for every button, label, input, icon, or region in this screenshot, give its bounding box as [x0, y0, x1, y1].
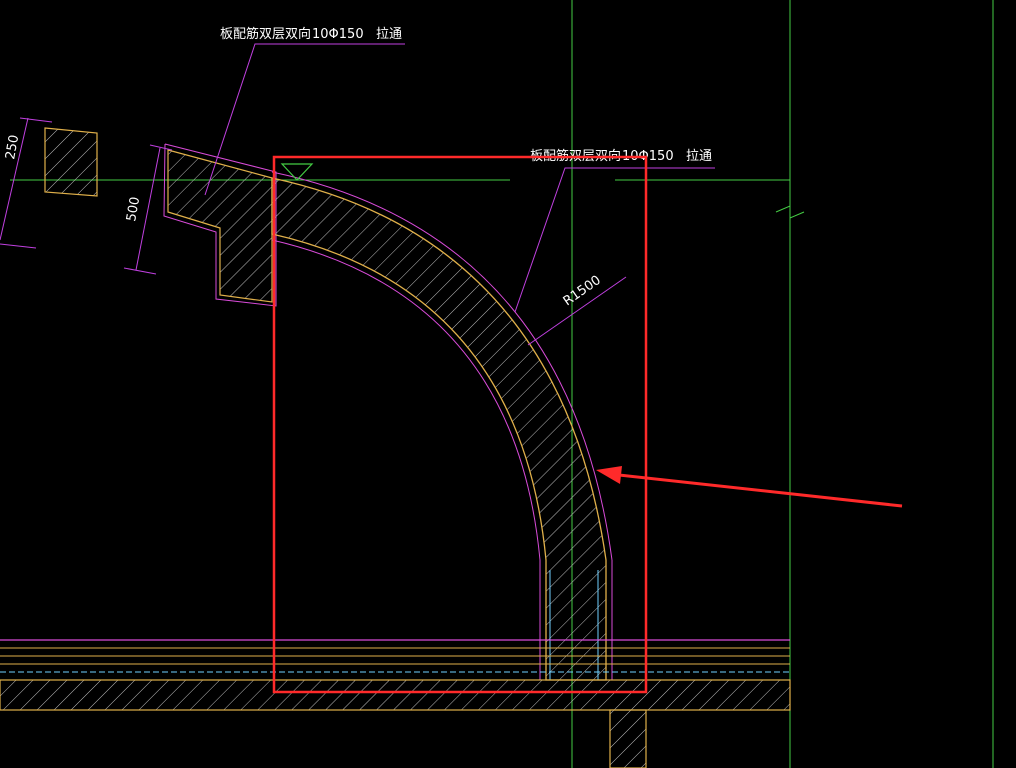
note-right-suffix: 拉通 — [686, 149, 712, 164]
note-top: 板配筋双层双向 10Φ150 拉通 — [220, 26, 402, 42]
floor-beam-drop — [609, 709, 647, 768]
cad-drawing-canvas: 板配筋双层双向 10Φ150 拉通 板配筋双层双向 10Φ150 拉通 R150… — [0, 0, 994, 768]
floor-layers — [0, 639, 791, 768]
floor-slab — [0, 679, 791, 711]
dimension-500-label: 500 — [124, 196, 143, 223]
note-top-spec: 10Φ150 — [312, 27, 364, 42]
left-beam-section — [44, 127, 98, 197]
radius-label: R1500 — [561, 273, 604, 309]
note-top-label: 板配筋双层双向 — [220, 26, 311, 42]
arch-wall — [271, 171, 613, 681]
ring-beam-section — [163, 143, 277, 307]
break-mark — [775, 205, 805, 219]
pointer-arrow — [596, 466, 903, 508]
note-top-suffix: 拉通 — [376, 27, 402, 42]
leader-note-right — [514, 167, 715, 313]
